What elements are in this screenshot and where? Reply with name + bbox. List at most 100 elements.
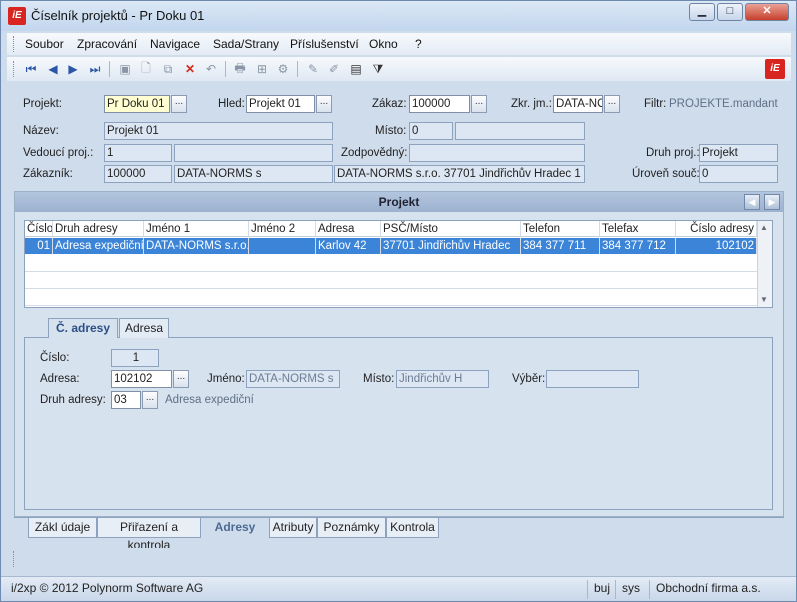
hled-lookup-button[interactable]: ... xyxy=(316,95,332,113)
column-header-jmeno2[interactable]: Jméno 2 xyxy=(249,221,316,237)
column-header-druh-adresy[interactable]: Druh adresy xyxy=(53,221,144,237)
druh-adresy-lookup-button[interactable]: ... xyxy=(142,391,158,409)
next-record-icon[interactable]: ▶ xyxy=(65,61,81,77)
table-row-cell[interactable]: 37701 Jindřichův Hradec xyxy=(381,238,521,254)
table-row-cell[interactable]: Adresa expediční xyxy=(53,238,144,254)
edit-icon[interactable]: ✎ xyxy=(305,61,321,77)
menu-help[interactable]: ? xyxy=(415,37,422,51)
panel-prev-button[interactable]: ◀ xyxy=(744,194,760,210)
table-row-cell[interactable]: DATA-NORMS s.r.o. xyxy=(144,238,249,254)
column-header-adresa[interactable]: Adresa xyxy=(316,221,381,237)
report-icon[interactable]: ▤ xyxy=(348,61,364,77)
tree-icon[interactable]: ⊞ xyxy=(254,61,270,77)
copy-icon[interactable]: ⧉ xyxy=(160,61,176,77)
app-window: iE Číselník projektů - Pr Doku 01 ▁ □ ✕ … xyxy=(0,0,797,602)
table-row-cell[interactable]: 384 377 712 xyxy=(600,238,676,254)
filter-icon[interactable]: ⧩ xyxy=(370,61,386,77)
status-copyright: i/2xp © 2012 Polynorm Software AG xyxy=(11,581,204,595)
menu-prislusenstvi[interactable]: Příslušenství xyxy=(290,37,359,51)
adresa-lookup-button[interactable]: ... xyxy=(173,370,189,388)
save-icon[interactable]: ▣ xyxy=(117,61,133,77)
zakaz-field[interactable]: 100000 xyxy=(409,95,470,113)
column-header-telefax[interactable]: Telefax xyxy=(600,221,676,237)
adresa-field[interactable]: 102102 xyxy=(111,370,172,388)
tab-prirazeni-kontrola[interactable]: Přiřazení a kontrola xyxy=(97,518,201,552)
zakaznik-address-field: DATA-NORMS s.r.o. 37701 Jindřichův Hrade… xyxy=(334,165,585,183)
tab-adresa[interactable]: Adresa xyxy=(119,318,169,338)
grid-scrollbar[interactable]: ▲ ▼ xyxy=(757,221,772,307)
zodpovedny-field[interactable] xyxy=(409,144,585,162)
hled-field[interactable]: Projekt 01 xyxy=(246,95,315,113)
menu-navigace[interactable]: Navigace xyxy=(150,37,200,51)
status-system: sys xyxy=(615,580,646,599)
zakaz-lookup-button[interactable]: ... xyxy=(471,95,487,113)
vedouci-field[interactable]: 1 xyxy=(104,144,172,162)
delete-icon[interactable]: ✕ xyxy=(182,61,198,77)
projekt-field[interactable]: Pr Doku 01 xyxy=(104,95,170,113)
zakaznik-name-field: DATA-NORMS s xyxy=(174,165,333,183)
vyber-label: Výběr: xyxy=(512,373,546,385)
druh-adresy-description: Adresa expediční xyxy=(165,394,254,406)
jmeno-field: DATA-NORMS s xyxy=(246,370,340,388)
vedouci-name-field xyxy=(174,144,333,162)
undo-icon[interactable]: ↶ xyxy=(203,61,219,77)
secondary-toolbar xyxy=(7,548,791,570)
scroll-up-icon[interactable]: ▲ xyxy=(760,223,768,232)
zakaznik-field[interactable]: 100000 xyxy=(104,165,172,183)
maximize-button[interactable]: □ xyxy=(717,3,743,21)
table-row-cell[interactable]: 384 377 711 xyxy=(521,238,600,254)
column-header-jmeno1[interactable]: Jméno 1 xyxy=(144,221,249,237)
last-record-icon[interactable]: ⏭ xyxy=(87,61,103,77)
nazev-field[interactable]: Projekt 01 xyxy=(104,122,333,140)
zkr-jm-field[interactable]: DATA-NO xyxy=(553,95,603,113)
projekt-lookup-button[interactable]: ... xyxy=(171,95,187,113)
column-header-cislo[interactable]: Číslo xyxy=(25,221,53,237)
column-header-cislo-adresy[interactable]: Číslo adresy xyxy=(676,221,757,237)
detail-form: Číslo: 1 Adresa: 102102 ... Jméno: DATA-… xyxy=(24,338,773,510)
zodpovedny-label: Zodpovědný: xyxy=(341,147,408,159)
filtr-label: Filtr: xyxy=(644,98,667,110)
column-header-telefon[interactable]: Telefon xyxy=(521,221,600,237)
project-panel: Projekt ◀ ▶ Číslo Druh adresy Jméno 1 Jm… xyxy=(14,191,784,517)
vyber-field[interactable] xyxy=(546,370,639,388)
tab-poznamky[interactable]: Poznámky xyxy=(317,518,386,538)
toolbar-grip[interactable] xyxy=(13,61,16,77)
settings-icon[interactable]: ⚙ xyxy=(275,61,291,77)
tab-kontrola[interactable]: Kontrola xyxy=(386,518,439,538)
toolbar: ⏮ ◀ ▶ ⏭ ▣ 🗋 ⧉ ✕ ↶ 🖶 ⊞ ⚙ ✎ ✐ ▤ ⧩ iE xyxy=(7,57,791,81)
menu-okno[interactable]: Okno xyxy=(369,37,398,51)
druh-proj-field[interactable]: Projekt xyxy=(699,144,778,162)
table-row-cell[interactable]: 102102 xyxy=(676,238,757,254)
print-icon[interactable]: 🖶 xyxy=(232,61,248,77)
uroven-field[interactable]: 0 xyxy=(699,165,778,183)
menu-zpracovani[interactable]: Zpracování xyxy=(77,37,137,51)
menu-sada-strany[interactable]: Sada/Strany xyxy=(213,37,279,51)
menu-grip[interactable] xyxy=(13,36,16,52)
tab-adresy[interactable]: Adresy xyxy=(201,518,269,538)
grid-line xyxy=(25,271,757,272)
tab-c-adresy[interactable]: Č. adresy xyxy=(48,318,118,339)
tab-zakl-udaje[interactable]: Zákl údaje xyxy=(28,518,97,538)
misto-detail-field: Jindřichův H xyxy=(396,370,489,388)
cislo-field[interactable]: 1 xyxy=(111,349,159,367)
menu-soubor[interactable]: Soubor xyxy=(25,37,64,51)
secondary-toolbar-grip[interactable] xyxy=(13,551,16,567)
misto-field[interactable]: 0 xyxy=(409,122,453,140)
column-header-psc-misto[interactable]: PSČ/Místo xyxy=(381,221,521,237)
table-row-cell[interactable]: 01 xyxy=(25,238,53,254)
title-bar: iE Číselník projektů - Pr Doku 01 ▁ □ ✕ xyxy=(1,1,796,31)
close-button[interactable]: ✕ xyxy=(745,3,789,21)
zkr-jm-label: Zkr. jm.: xyxy=(511,98,552,110)
first-record-icon[interactable]: ⏮ xyxy=(23,61,39,77)
new-icon[interactable]: 🗋 xyxy=(138,61,154,77)
table-row-cell[interactable] xyxy=(249,238,316,254)
table-row-cell[interactable]: Karlov 42 xyxy=(316,238,381,254)
pencil-icon[interactable]: ✐ xyxy=(326,61,342,77)
tab-atributy[interactable]: Atributy xyxy=(269,518,317,538)
scroll-down-icon[interactable]: ▼ xyxy=(760,295,768,304)
zkr-jm-lookup-button[interactable]: ... xyxy=(604,95,620,113)
minimize-button[interactable]: ▁ xyxy=(689,3,715,21)
panel-next-button[interactable]: ▶ xyxy=(764,194,780,210)
druh-adresy-field[interactable]: 03 xyxy=(111,391,141,409)
previous-record-icon[interactable]: ◀ xyxy=(45,61,61,77)
